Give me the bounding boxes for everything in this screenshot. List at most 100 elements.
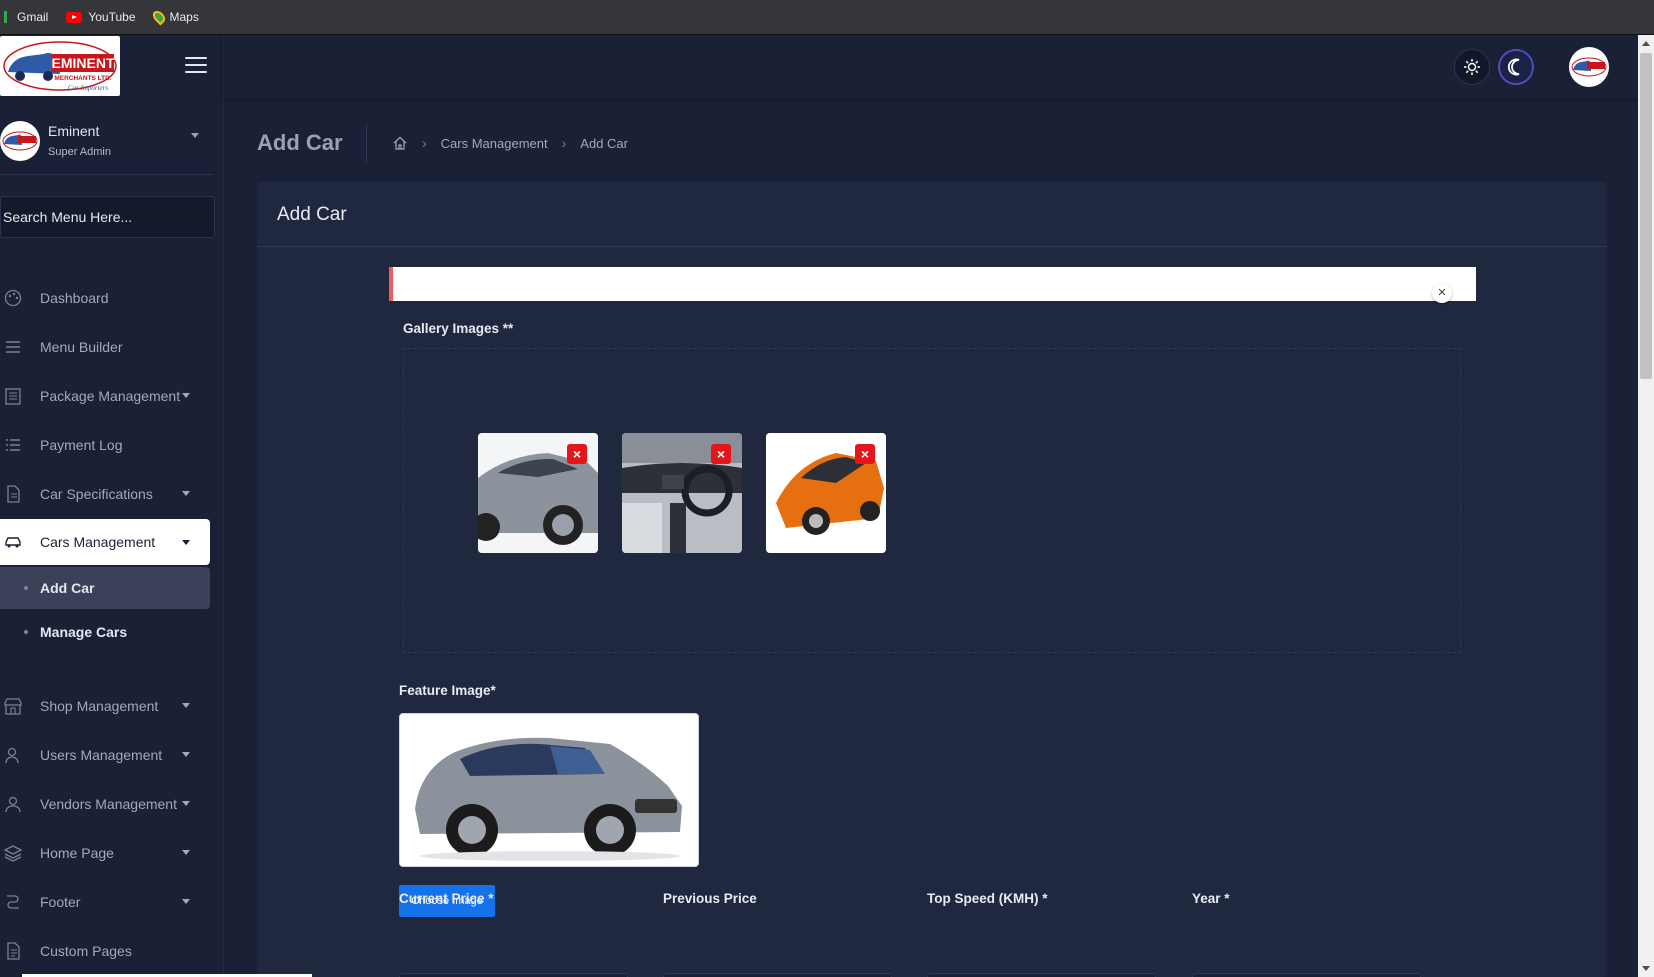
- sidebar-item-home-page[interactable]: Home Page: [0, 828, 214, 877]
- scrollbar-thumb[interactable]: [1640, 53, 1652, 379]
- bookmark-label: Gmail: [17, 10, 49, 24]
- gallery-thumbnail: ×: [766, 433, 886, 553]
- field-label-current-price: Current Price *: [399, 891, 494, 906]
- top-header: [224, 35, 1638, 99]
- search-menu-input[interactable]: [0, 196, 215, 238]
- sidebar-item-label: Cars Management: [40, 534, 156, 550]
- bars-icon: [6, 340, 20, 353]
- current-price-input[interactable]: [399, 973, 628, 977]
- sidebar-subitem-add-car[interactable]: Add Car: [0, 567, 210, 609]
- chevron-down-icon: [182, 752, 190, 757]
- chevron-down-icon: [182, 899, 190, 904]
- vertical-scrollbar[interactable]: [1638, 35, 1654, 977]
- gallery-thumbnail: ×: [622, 433, 742, 553]
- chevron-down-icon: [182, 539, 190, 545]
- close-icon[interactable]: ×: [1432, 283, 1452, 303]
- layers-icon: [3, 844, 23, 862]
- svg-text:EMINENT: EMINENT: [52, 55, 115, 71]
- list-icon: [6, 438, 20, 451]
- bookmarks-bar: Gmail YouTube Maps: [0, 0, 1654, 35]
- remove-image-button[interactable]: ×: [855, 444, 875, 464]
- vendor-icon: [5, 796, 21, 812]
- sidebar-item-vendors-management[interactable]: Vendors Management: [0, 779, 214, 828]
- scroll-up-icon[interactable]: [1642, 41, 1650, 46]
- feature-image-label: Feature Image*: [399, 683, 496, 698]
- feature-image-preview: [399, 713, 699, 867]
- sidebar-item-label: Users Management: [40, 746, 163, 763]
- chevron-down-icon: [182, 703, 190, 708]
- remove-image-button[interactable]: ×: [711, 444, 731, 464]
- scroll-down-icon[interactable]: [1642, 966, 1650, 971]
- sidebar-item-label: Payment Log: [40, 436, 123, 453]
- chevron-right-icon: ›: [422, 135, 427, 151]
- sidebar: EMINENT MERCHANTS LTD. Car Importers Emi…: [0, 35, 224, 977]
- bookmark-label: Maps: [169, 10, 199, 24]
- hamburger-menu-icon[interactable]: [185, 57, 207, 75]
- user-icon: [5, 747, 19, 763]
- bookmark-maps[interactable]: Maps: [150, 8, 199, 26]
- list-box-icon: [5, 387, 21, 405]
- field-label-year: Year *: [1192, 891, 1230, 906]
- bullet-icon: [24, 630, 28, 634]
- user-profile[interactable]: Eminent Super Admin: [0, 115, 214, 175]
- sidebar-item-shop-management[interactable]: Shop Management: [0, 681, 214, 730]
- file-icon: [7, 941, 20, 960]
- bookmark-youtube[interactable]: YouTube: [66, 10, 136, 24]
- route-icon: [7, 894, 19, 909]
- previous-price-input[interactable]: [663, 973, 892, 977]
- bookmark-label: YouTube: [88, 10, 136, 24]
- add-car-card: Add Car × Gallery Images ** × × × Featur…: [257, 182, 1607, 977]
- chevron-down-icon: [182, 393, 190, 398]
- sidebar-item-package-management[interactable]: Package Management: [0, 371, 214, 420]
- year-input[interactable]: [1192, 973, 1421, 977]
- sidebar-menu: Dashboard Menu Builder Package Managemen…: [0, 273, 214, 975]
- sidebar-item-car-specifications[interactable]: Car Specifications: [0, 469, 214, 518]
- gallery-thumbnail: ×: [478, 433, 598, 553]
- document-icon: [7, 484, 20, 503]
- gallery-images-label: Gallery Images **: [403, 321, 514, 336]
- sidebar-item-cars-management[interactable]: Cars Management: [0, 519, 210, 565]
- palette-icon: [4, 289, 22, 306]
- sidebar-item-label: Footer: [40, 893, 81, 910]
- sidebar-item-footer[interactable]: Footer: [0, 877, 214, 926]
- sidebar-item-label: Custom Pages: [40, 942, 132, 959]
- chevron-down-icon[interactable]: [191, 133, 199, 138]
- home-icon[interactable]: [392, 135, 408, 151]
- remove-image-button[interactable]: ×: [567, 444, 587, 464]
- alert-box: [389, 267, 1476, 301]
- bookmark-gmail[interactable]: Gmail: [4, 10, 48, 24]
- user-role: Super Admin: [48, 146, 111, 158]
- chevron-down-icon: [182, 850, 190, 855]
- user-name: Eminent: [48, 123, 100, 139]
- gallery-dropzone[interactable]: × × ×: [403, 348, 1461, 653]
- sidebar-subitem-manage-cars[interactable]: Manage Cars: [0, 611, 214, 653]
- field-label-previous-price: Previous Price: [663, 891, 757, 906]
- sun-icon: [1464, 59, 1480, 75]
- store-icon: [4, 697, 22, 715]
- top-speed-input[interactable]: [927, 973, 1156, 977]
- sidebar-item-payment-log[interactable]: Payment Log: [0, 420, 214, 469]
- sidebar-item-dashboard[interactable]: Dashboard: [0, 273, 214, 322]
- breadcrumb-link[interactable]: Cars Management: [441, 136, 548, 151]
- sidebar-item-custom-pages[interactable]: Custom Pages: [0, 926, 214, 975]
- sidebar-item-users-management[interactable]: Users Management: [0, 730, 214, 779]
- dark-mode-button[interactable]: [1498, 49, 1534, 85]
- moon-icon: [1507, 58, 1520, 76]
- breadcrumb: › Cars Management › Add Car: [392, 135, 628, 151]
- brand-logo[interactable]: EMINENT MERCHANTS LTD. Car Importers: [0, 36, 120, 96]
- avatar-logo-icon: [2, 131, 38, 151]
- chevron-down-icon: [182, 801, 190, 806]
- header-avatar[interactable]: [1569, 47, 1609, 87]
- sidebar-item-menu-builder[interactable]: Menu Builder: [0, 322, 214, 371]
- field-label-top-speed: Top Speed (KMH) *: [927, 891, 1048, 906]
- bullet-icon: [24, 586, 28, 590]
- sidebar-item-label: Shop Management: [40, 697, 159, 714]
- chevron-down-icon: [182, 491, 190, 496]
- sidebar-item-label: Dashboard: [40, 289, 109, 306]
- chevron-right-icon: ›: [561, 135, 567, 151]
- sidebar-item-label: Car Specifications: [40, 485, 153, 502]
- car-icon: [5, 537, 21, 548]
- gmail-icon: [4, 11, 7, 23]
- youtube-icon: [66, 11, 83, 23]
- light-mode-button[interactable]: [1454, 49, 1490, 85]
